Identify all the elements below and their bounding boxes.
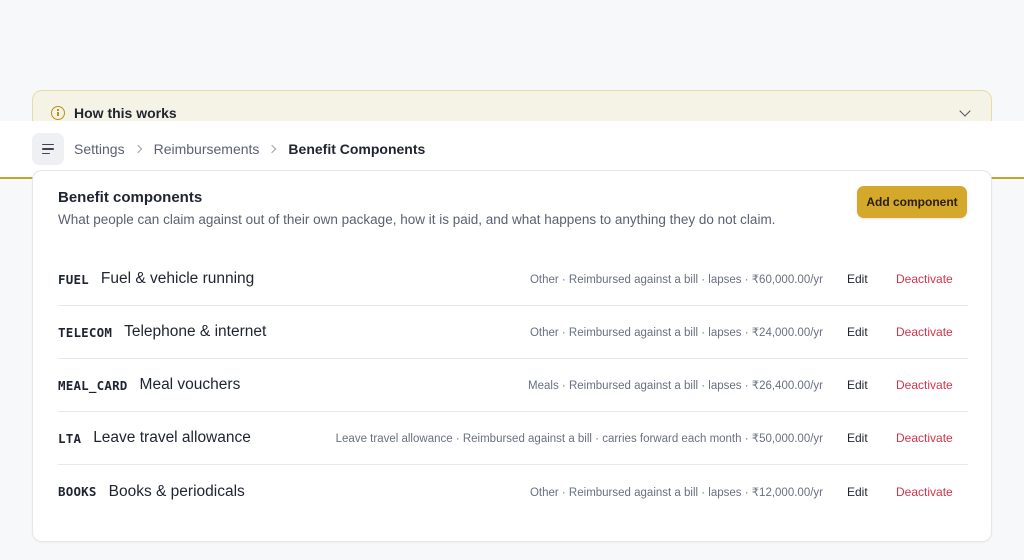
component-code: BOOKS [58,484,97,499]
edit-button[interactable]: Edit [847,431,873,445]
menu-icon [42,143,54,146]
components-list: FUEL Fuel & vehicle running Other · Reim… [58,253,968,518]
deactivate-button[interactable]: Deactivate [896,485,956,499]
breadcrumb-current: Benefit Components [288,141,426,157]
deactivate-button[interactable]: Deactivate [896,378,956,392]
list-item: BOOKS Books & periodicals Other · Reimbu… [58,465,968,518]
page: How this works Settings Reimbursements B… [0,0,1024,560]
card-description: What people can claim against out of the… [58,212,776,227]
edit-button[interactable]: Edit [847,325,873,339]
component-code: MEAL_CARD [58,377,128,393]
deactivate-button[interactable]: Deactivate [896,325,956,339]
chevron-down-icon[interactable] [959,105,971,117]
chevron-right-icon [133,144,142,154]
deactivate-button[interactable]: Deactivate [896,272,956,286]
component-code: TELECOM [58,324,113,340]
component-meta: Leave travel allowance · Reimbursed agai… [335,433,823,445]
add-component-button[interactable]: Add component [857,186,967,218]
breadcrumb-reimbursements[interactable]: Reimbursements [154,141,260,157]
list-item: LTA Leave travel allowance Leave travel … [58,412,968,465]
menu-button[interactable] [32,133,64,165]
component-name: Fuel & vehicle running [100,270,255,287]
banner-title: How this works [74,105,177,121]
component-meta: Other · Reimbursed against a bill · laps… [529,274,823,286]
component-meta: Other · Reimbursed against a bill · laps… [529,486,823,499]
edit-button[interactable]: Edit [847,378,873,392]
banner-header[interactable]: How this works [51,105,177,121]
component-name: Books & periodicals [108,482,245,500]
component-code: FUEL [58,271,89,287]
chevron-right-icon [268,144,277,154]
component-meta: Other · Reimbursed against a bill · laps… [529,327,823,339]
breadcrumb-settings[interactable]: Settings [74,141,125,157]
edit-button[interactable]: Edit [847,485,873,499]
list-item: FUEL Fuel & vehicle running Other · Reim… [58,253,968,306]
component-name: Telephone & internet [124,323,267,340]
list-item: TELECOM Telephone & internet Other · Rei… [58,306,968,359]
list-item: MEAL_CARD Meal vouchers Meals · Reimburs… [58,359,968,412]
deactivate-button[interactable]: Deactivate [896,431,956,445]
component-name: Meal vouchers [139,376,241,393]
component-meta: Meals · Reimbursed against a bill · laps… [528,380,823,392]
component-code: LTA [58,430,82,446]
edit-button[interactable]: Edit [847,272,873,286]
info-icon [51,106,65,120]
component-name: Leave travel allowance [93,429,251,446]
card-title: Benefit components [58,189,203,206]
benefit-components-card: Benefit components What people can claim… [32,170,992,542]
